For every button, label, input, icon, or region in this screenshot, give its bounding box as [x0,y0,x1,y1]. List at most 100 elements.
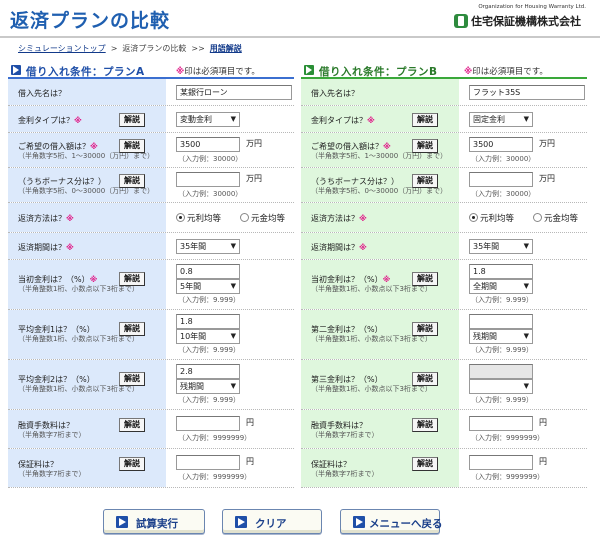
back-to-menu-button[interactable]: メニューへ戻る [340,509,443,534]
glossary-link[interactable]: 用語解説 [210,44,242,53]
arrow-right-icon [116,516,128,528]
plan-header: 借り入れ条件：プランB ※印は必須項目です。 [301,62,587,79]
row-input-cell: 3500 万円 （入力例：30000） [166,133,294,167]
header-arrow-icon [304,65,314,75]
rate-term-select[interactable]: 10年間 ▼ [176,329,240,344]
row-label-cell: （うちボーナス分は？） （半角数字5桁、0〜30000（万円）まで） 解説 [301,168,459,202]
row-input-cell: 35年間 ▼ [459,233,587,259]
input-example: （入力例：30000） [178,155,243,163]
form-row-lender: 借入先名は？ フラット35S [301,79,587,106]
explain-button[interactable]: 解説 [412,418,438,432]
lender-name-input[interactable]: 某銀行ローン [176,85,292,100]
row-input-cell: 固定金利 ▼ [459,106,587,132]
explain-button[interactable]: 解説 [412,322,438,336]
form-row-fee: 融資手数料は？ （半角数字7桁まで） 解説円（入力例：9999999） [8,410,294,449]
fee-input[interactable] [469,416,533,431]
method-radio-1[interactable]: 元利均等 [176,212,221,224]
period-select[interactable]: 35年間 ▼ [469,239,533,254]
row-label-cell: （うちボーナス分は？） （半角数字5桁、0〜30000（万円）まで） 解説 [8,168,166,202]
field-label: 返済方法は？※ [311,214,367,223]
page-title: 返済プランの比較 [10,10,171,32]
input-example: （入力例：9.999） [471,296,534,304]
rate-term-select[interactable]: 5年間 ▼ [176,279,240,294]
unit-label: 円 [246,418,254,427]
header-divider [0,36,600,38]
rate-input[interactable] [469,364,533,379]
method-radio-2[interactable]: 元金均等 [240,212,285,224]
rate-input[interactable]: 1.8 [469,264,533,279]
explain-button[interactable]: 解説 [412,272,438,286]
rate-term-select[interactable]: ▼ [469,379,533,394]
explain-button[interactable]: 解説 [119,139,145,153]
rate-term-select[interactable]: 残期間 ▼ [176,379,240,394]
explain-button[interactable]: 解説 [119,272,145,286]
row-label-cell: 金利タイプは？※ 解説 [8,106,166,132]
rate-term-select[interactable]: 全期間 ▼ [469,279,533,294]
calculate-button[interactable]: 試算実行 [103,509,205,534]
fee-input[interactable] [176,416,240,431]
bonus-input[interactable] [176,172,240,187]
unit-label: 円 [539,418,547,427]
explain-button[interactable]: 解説 [119,457,145,471]
field-label: 借入先名は？ [18,89,66,98]
radio-selected-icon [469,213,478,222]
unit-label: 万円 [246,139,262,148]
period-select[interactable]: 35年間 ▼ [176,239,240,254]
row-input-cell: 万円 （入力例：30000） [459,168,587,202]
explain-button[interactable]: 解説 [119,113,145,127]
field-label: 返済方法は？※ [18,214,74,223]
explain-button[interactable]: 解説 [119,174,145,188]
rate-input[interactable]: 0.8 [176,264,240,279]
chevron-down-icon: ▼ [230,282,236,290]
rate-type-select[interactable]: 固定金利 ▼ [469,112,533,127]
method-radio-2[interactable]: 元金均等 [533,212,578,224]
form-row-fee: 融資手数料は？ （半角数字7桁まで） 解説円（入力例：9999999） [301,410,587,449]
form-row-rate_type: 金利タイプは？※ 解説 変動金利 ▼ [8,106,294,133]
breadcrumb-home-link[interactable]: シミュレーショントップ [18,44,106,53]
rate-input[interactable]: 1.8 [176,314,240,329]
explain-button[interactable]: 解説 [412,139,438,153]
guarantee-input[interactable] [176,455,240,470]
form-row-method: 返済方法は？※ 元利均等 元金均等 [8,203,294,233]
explain-button[interactable]: 解説 [119,372,145,386]
row-input-cell: 円 （入力例：9999999） [166,410,294,448]
chevron-down-icon: ▼ [523,282,529,290]
amount-input[interactable]: 3500 [176,137,240,152]
bonus-input[interactable] [469,172,533,187]
rate-input[interactable]: 2.8 [176,364,240,379]
field-hint: （半角数字7桁まで） [311,470,379,478]
plan-b-panel: 借り入れ条件：プランB ※印は必須項目です。 借入先名は？ フラット35S 金利タイプは… [301,62,587,488]
form-row-rate3: 第三金利は？（%） （半角整数1桁、小数点以下3桁まで） 解説 ▼ （入力例：9.999… [301,360,587,410]
form-row-amount: ご希望の借入額は？※ （半角数字5桁、1〜30000（万円）まで） 解説 3500 万円… [8,133,294,168]
explain-button[interactable]: 解説 [412,457,438,471]
explain-button[interactable]: 解説 [412,372,438,386]
row-label-cell: 第三金利は？（%） （半角整数1桁、小数点以下3桁まで） 解説 [301,360,459,409]
explain-button[interactable]: 解説 [119,418,145,432]
input-example: （入力例：9.999） [471,396,534,404]
logo-name: 住宅保証機構株式会社 [471,15,581,28]
rate-input[interactable] [469,314,533,329]
form-row-method: 返済方法は？※ 元利均等 元金均等 [301,203,587,233]
field-hint: （半角数字7桁まで） [311,431,379,439]
form-row-rate2: 平均金利1は？（%） （半角整数1桁、小数点以下3桁まで） 解説 1.8 10年間 ▼ （入… [8,310,294,360]
breadcrumb: シミュレーショントップ > 返済プランの比較 >> 用語解説 [18,43,242,54]
row-label-cell: 返済方法は？※ [8,203,166,232]
rate-term-select[interactable]: 残期間 ▼ [469,329,533,344]
clear-button[interactable]: クリア [222,509,322,534]
plan-title: 借り入れ条件：プランA [26,66,145,78]
radio-icon [240,213,249,222]
explain-button[interactable]: 解説 [412,113,438,127]
amount-input[interactable]: 3500 [469,137,533,152]
explain-button[interactable]: 解説 [412,174,438,188]
rate-type-select[interactable]: 変動金利 ▼ [176,112,240,127]
lender-name-input[interactable]: フラット35S [469,85,585,100]
form-row-rate2: 第二金利は？（%） （半角整数1桁、小数点以下3桁まで） 解説 残期間 ▼ （入力例：9.… [301,310,587,360]
row-label-cell: 返済方法は？※ [301,203,459,232]
row-input-cell: 35年間 ▼ [166,233,294,259]
guarantee-input[interactable] [469,455,533,470]
explain-button[interactable]: 解説 [119,322,145,336]
form-row-rate1: 当初金利は？（%）※ （半角整数1桁、小数点以下3桁まで） 解説 1.8 全期間 ▼ （入力… [301,260,587,310]
row-input-cell: 元利均等 元金均等 [166,203,294,232]
page-header: 返済プランの比較 Organization for Housing Warran… [0,0,600,36]
method-radio-1[interactable]: 元利均等 [469,212,514,224]
